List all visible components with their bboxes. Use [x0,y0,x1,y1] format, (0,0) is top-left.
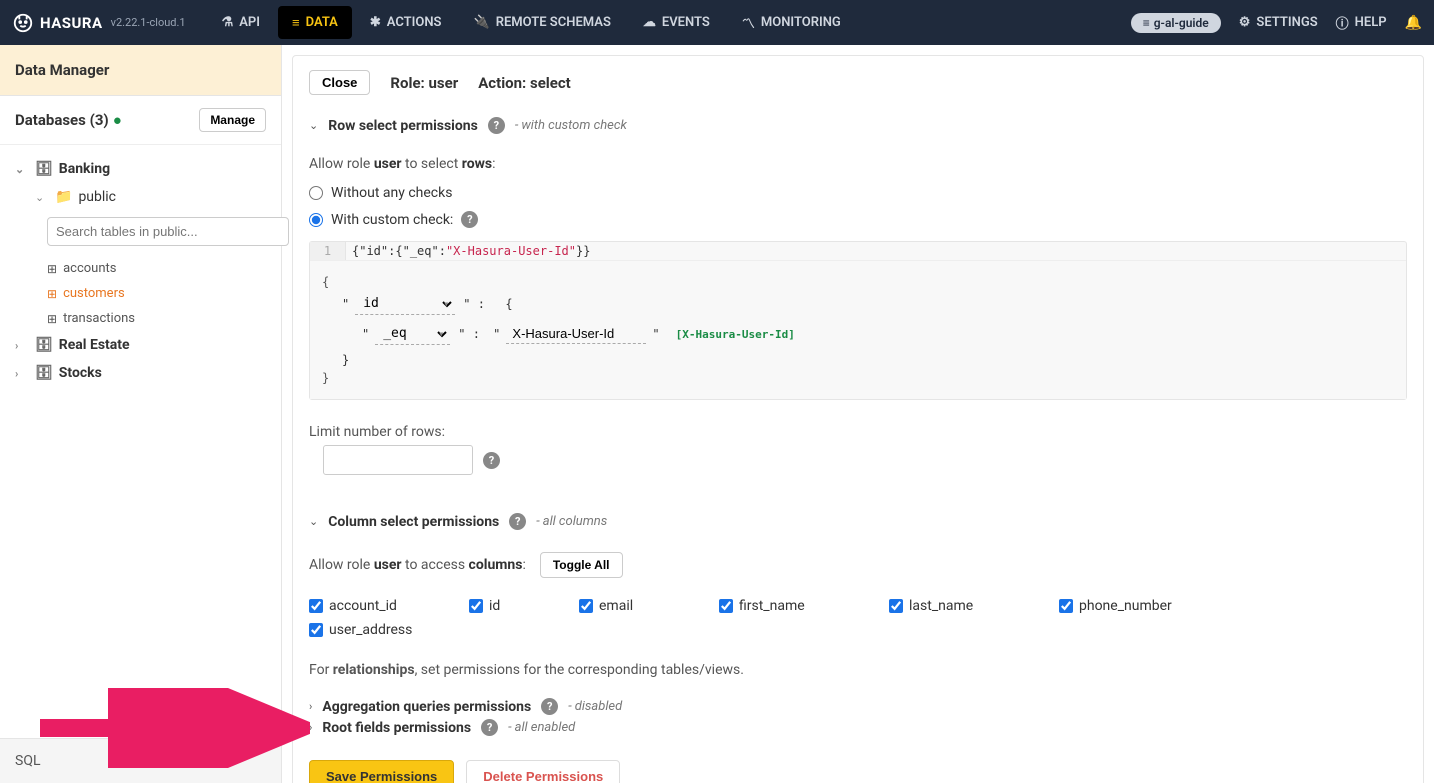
chevron-down-icon: ▾ [443,299,449,310]
toggle-all-button[interactable]: Toggle All [540,552,623,578]
help-icon[interactable]: ? [461,211,478,228]
nav-data[interactable]: ≡DATA [278,6,352,39]
row-perms-title: Row select permissions [328,118,478,134]
limit-label: Limit number of rows: [309,424,1407,440]
bell-icon[interactable]: 🔔 [1405,15,1422,31]
db-real-estate[interactable]: ›🗄Real Estate [15,331,266,359]
radio-without-checks-label: Without any checks [331,185,452,201]
help-icon[interactable]: ? [488,117,505,134]
help-icon[interactable]: ? [541,698,558,715]
help-icon[interactable]: ? [509,513,526,530]
schema-public[interactable]: ⌄📁public [35,183,266,211]
permission-code-editor[interactable]: 1 {"id":{"_eq":"X-Hasura-User-Id"}} { " … [309,241,1407,400]
col-perms-status: -all columns [536,514,607,529]
limit-input[interactable] [323,445,473,475]
table-customers[interactable]: ⊞customers [35,281,266,306]
sql-link[interactable]: SQL [0,738,281,783]
col-email[interactable]: email [579,594,719,618]
table-icon: ⊞ [47,262,57,276]
value-input[interactable] [506,324,646,344]
chevron-down-icon: ▾ [438,329,444,340]
search-tables-input[interactable] [47,217,289,246]
session-var-hint: [X-Hasura-User-Id] [676,328,795,341]
col-perms-title: Column select permissions [328,514,499,530]
database-icon: 🗄 [35,337,53,353]
line-number: 1 [310,242,346,260]
chevron-right-icon[interactable]: › [309,721,312,734]
manage-button[interactable]: Manage [199,108,266,132]
check-icon: ● [113,111,122,129]
database-icon: 🗄 [35,161,53,177]
close-button[interactable]: Close [309,70,370,95]
row-allow-text: Allow role user to select rows: [293,142,1423,180]
col-first-name[interactable]: first_name [719,594,889,618]
nav-remote-schemas[interactable]: 🔌REMOTE SCHEMAS [458,0,627,45]
col-id[interactable]: id [469,594,579,618]
root-perms-status: -all enabled [508,720,575,735]
nav-help[interactable]: ⓘHELP [1336,0,1387,45]
role-label: Role: user [390,74,458,92]
agg-perms-status: -disabled [568,699,622,714]
version-label: v2.22.1-cloud.1 [111,16,186,29]
chevron-right-icon[interactable]: › [309,700,312,713]
data-manager-title: Data Manager [0,45,281,96]
root-perms-title: Root fields permissions [322,720,471,736]
account-pill[interactable]: ≡ g-al-guide [1131,13,1221,33]
help-icon[interactable]: ? [483,452,500,469]
radio-custom-check-label: With custom check: [331,212,453,228]
help-icon[interactable]: ? [481,719,498,736]
nav-actions[interactable]: ✱ACTIONS [354,0,458,45]
action-label: Action: select [478,74,571,92]
col-account-id[interactable]: account_id [309,594,469,618]
radio-without-checks[interactable] [309,186,323,200]
logo[interactable]: HASURA [12,12,103,34]
nav-settings[interactable]: ⚙SETTINGS [1239,0,1318,45]
db-stocks[interactable]: ›🗄Stocks [15,359,266,387]
col-user-address[interactable]: user_address [309,618,499,642]
save-permissions-button[interactable]: Save Permissions [309,760,454,783]
database-icon: 🗄 [35,365,53,381]
chevron-down-icon[interactable]: ⌄ [309,515,318,528]
folder-icon: 📁 [55,189,72,205]
delete-permissions-button[interactable]: Delete Permissions [466,760,620,783]
nav-monitoring[interactable]: 〽MONITORING [726,0,857,45]
chevron-down-icon[interactable]: ⌄ [309,119,318,132]
row-perms-status: -with custom check [515,118,627,133]
agg-perms-title: Aggregation queries permissions [322,699,531,715]
nav-events[interactable]: ☁EVENTS [627,0,726,45]
db-banking[interactable]: ⌄🗄Banking [15,155,266,183]
col-allow-text: Allow role user to access columns: Toggl… [293,538,1423,586]
code-text: {"id":{"_eq":"X-Hasura-User-Id"}} [346,242,596,260]
relationships-note: For relationships, set permissions for t… [293,650,1423,690]
table-accounts[interactable]: ⊞accounts [35,256,266,281]
table-icon: ⊞ [47,287,57,301]
table-icon: ⊞ [47,312,57,326]
col-phone-number[interactable]: phone_number [1059,594,1249,618]
nav-api[interactable]: ⚗API [206,0,276,45]
col-last-name[interactable]: last_name [889,594,1059,618]
table-transactions[interactable]: ⊞transactions [35,306,266,331]
databases-label: Databases (3)● [15,111,122,129]
field-select[interactable]: id [355,293,455,315]
brand-text: HASURA [40,14,103,32]
radio-custom-check[interactable] [309,213,323,227]
